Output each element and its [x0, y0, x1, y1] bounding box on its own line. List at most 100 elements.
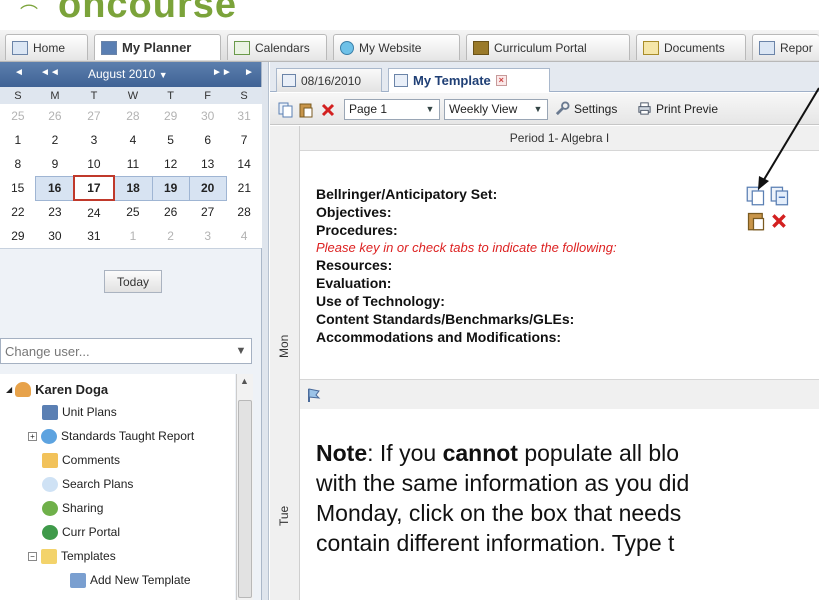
home-icon: [12, 40, 28, 55]
calendar-day[interactable]: 11: [114, 152, 152, 176]
panel-splitter[interactable]: [262, 62, 269, 600]
calendar-day-selected[interactable]: 18: [113, 175, 153, 201]
nav-tab-calendars[interactable]: Calendars: [227, 34, 327, 60]
change-user-input[interactable]: Change user...: [0, 338, 252, 364]
calendar-day[interactable]: 27: [189, 200, 226, 224]
calendar-day[interactable]: 12: [152, 152, 189, 176]
lesson-line: Procedures:: [316, 222, 398, 238]
calendar-day[interactable]: 3: [74, 128, 114, 152]
calendar-day[interactable]: 2: [36, 128, 74, 152]
nav-tab-documents[interactable]: Documents: [636, 34, 746, 60]
calendar-day[interactable]: 7: [226, 128, 262, 152]
calendar-day[interactable]: 4: [226, 224, 262, 248]
tree-item-search-plans[interactable]: Search Plans: [42, 473, 133, 495]
calendar-day[interactable]: 6: [189, 128, 226, 152]
calendar-day-selected[interactable]: 19: [151, 175, 190, 201]
nav-tab-reports[interactable]: Repor: [752, 34, 819, 60]
calendar-day[interactable]: 26: [36, 104, 74, 128]
next-month-button[interactable]: ►►: [212, 67, 232, 78]
prev-month-button[interactable]: ◄◄: [40, 67, 60, 78]
doc-tab-my-template[interactable]: My Template ×: [388, 68, 550, 92]
calendar-day[interactable]: 9: [36, 152, 74, 176]
tree-item-sharing[interactable]: Sharing: [42, 497, 103, 519]
nav-tab-curriculum-portal[interactable]: Curriculum Portal: [466, 34, 630, 60]
prev-year-button[interactable]: ◄: [14, 67, 24, 78]
nav-tab-my-website[interactable]: My Website: [333, 34, 460, 60]
calendar-day[interactable]: 1: [114, 224, 152, 248]
tree-item-unit-plans[interactable]: Unit Plans: [42, 401, 117, 423]
note-emphasis: cannot: [442, 440, 518, 466]
paste-icon[interactable]: [298, 102, 314, 118]
calendar-month-title[interactable]: August 2010 ▼: [88, 67, 168, 81]
tree-user-node[interactable]: ◢ Karen Doga: [6, 378, 108, 400]
page-select[interactable]: Page 1 ▼: [344, 99, 440, 120]
calendar-day[interactable]: 26: [152, 200, 189, 224]
settings-button[interactable]: Settings: [554, 101, 617, 116]
lesson-action-icons: [746, 186, 806, 236]
calendar-day-today[interactable]: 17: [73, 175, 115, 201]
copy-icon[interactable]: [278, 102, 294, 118]
calendar-day[interactable]: 31: [226, 104, 262, 128]
collapse-icon[interactable]: −: [28, 551, 37, 561]
calendar-day[interactable]: 24: [74, 200, 114, 224]
scrollbar-thumb[interactable]: [238, 400, 252, 598]
tree-item-comments[interactable]: Comments: [42, 449, 120, 471]
calendar-day[interactable]: 2: [152, 224, 189, 248]
calendar-day[interactable]: 14: [226, 152, 262, 176]
calendar-day[interactable]: 4: [114, 128, 152, 152]
calendar-day[interactable]: 1: [0, 128, 36, 152]
scroll-up-icon[interactable]: ▲: [240, 376, 249, 386]
paste-icon[interactable]: [746, 211, 766, 231]
tree-scrollbar[interactable]: ▲: [236, 374, 253, 600]
calendar-day[interactable]: 23: [36, 200, 74, 224]
today-button[interactable]: Today: [104, 270, 162, 293]
delete-icon[interactable]: [320, 102, 336, 118]
copy-to-icon[interactable]: [770, 186, 790, 206]
calendar-day[interactable]: 30: [189, 104, 226, 128]
nav-tab-home[interactable]: Home: [5, 34, 88, 60]
day-label-mon: Mon: [277, 334, 291, 358]
calendar-day[interactable]: 27: [74, 104, 114, 128]
calendar-day[interactable]: 28: [114, 104, 152, 128]
calendar-day[interactable]: 25: [0, 104, 36, 128]
calendar-day[interactable]: 29: [152, 104, 189, 128]
calendar-day[interactable]: 3: [189, 224, 226, 248]
expand-icon[interactable]: +: [28, 431, 37, 441]
calendar-day[interactable]: 31: [74, 224, 114, 248]
doc-tab-date[interactable]: 08/16/2010: [276, 68, 382, 92]
day-column-mon: Mon: [270, 126, 300, 380]
print-preview-button[interactable]: Print Previe: [636, 101, 718, 116]
monday-lesson-box[interactable]: Bellringer/Anticipatory Set: Objectives:…: [300, 152, 819, 409]
tree-item-add-new-template[interactable]: Add New Template: [70, 569, 191, 591]
calendar-day[interactable]: 29: [0, 224, 36, 248]
delete-icon[interactable]: [770, 212, 788, 230]
copy-icon[interactable]: [746, 186, 766, 206]
calendar-day-selected[interactable]: 16: [35, 175, 75, 201]
next-year-button[interactable]: ►: [244, 67, 254, 78]
calendar-day[interactable]: 21: [226, 176, 262, 200]
unit-plans-icon: [42, 404, 58, 420]
view-select[interactable]: Weekly View ▼: [444, 99, 548, 120]
today-bar: Today: [0, 248, 261, 310]
calendar-day[interactable]: 15: [0, 176, 36, 200]
calendar-day[interactable]: 30: [36, 224, 74, 248]
calendar-day[interactable]: 28: [226, 200, 262, 224]
tree-item-curr-portal[interactable]: Curr Portal: [42, 521, 120, 543]
calendar-day[interactable]: 25: [114, 200, 152, 224]
calendar-day-selected[interactable]: 20: [188, 175, 227, 201]
flag-icon[interactable]: [306, 387, 322, 403]
calendar-day[interactable]: 22: [0, 200, 36, 224]
calendar-day[interactable]: 8: [0, 152, 36, 176]
tuesday-lesson-box[interactable]: Note: If you cannot populate all blo wit…: [300, 410, 819, 600]
calendar-day[interactable]: 10: [74, 152, 114, 176]
tree-item-templates[interactable]: − Templates: [28, 545, 116, 567]
tree-item-standards-taught-report[interactable]: + Standards Taught Report: [28, 425, 194, 447]
calendar-day[interactable]: 5: [152, 128, 189, 152]
nav-tab-my-planner[interactable]: My Planner: [94, 34, 221, 60]
chevron-down-icon[interactable]: ▼: [232, 340, 250, 362]
calendar-day[interactable]: 13: [189, 152, 226, 176]
document-tabs: 08/16/2010 My Template ×: [270, 62, 819, 92]
printer-icon: [638, 102, 651, 115]
close-icon[interactable]: ×: [495, 75, 507, 86]
collapse-icon[interactable]: ◢: [6, 385, 12, 394]
